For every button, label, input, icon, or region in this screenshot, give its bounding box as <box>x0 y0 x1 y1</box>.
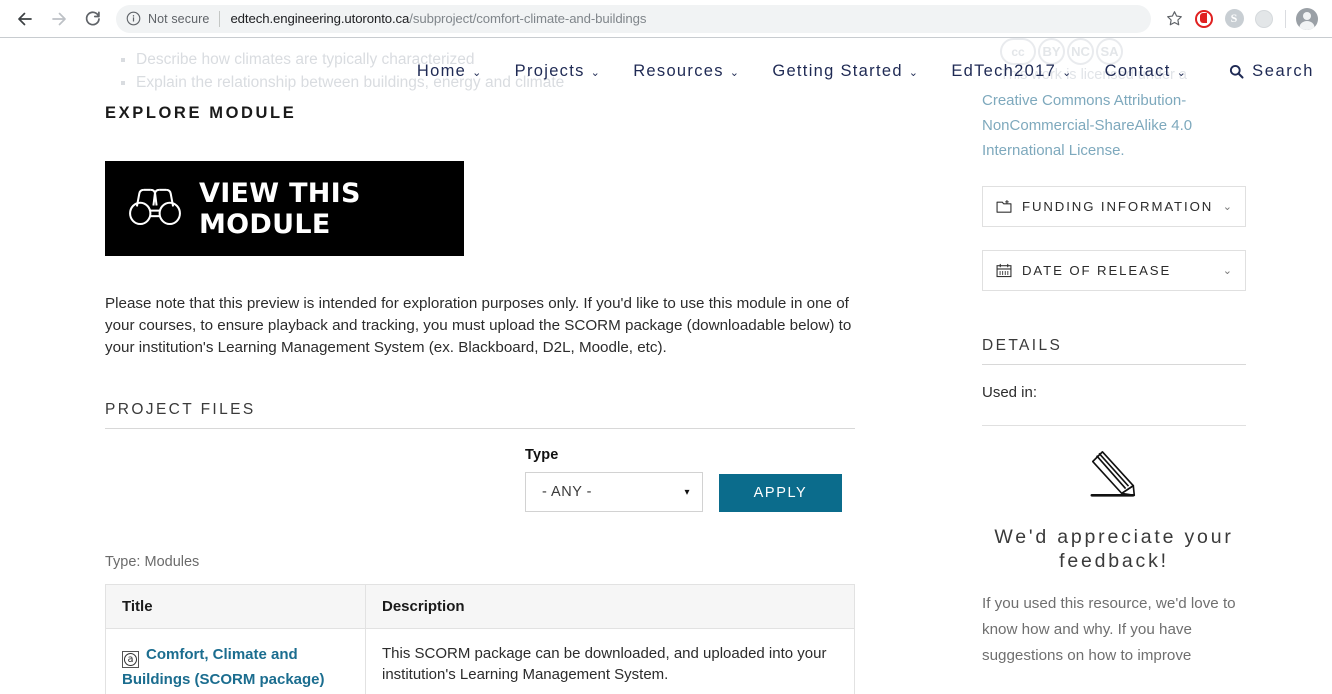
nav-item-label: Getting Started <box>772 61 903 80</box>
nav-item-contact[interactable]: Contact ⌄ <box>1105 62 1188 81</box>
skype-glyph: S <box>1224 9 1244 28</box>
archive-icon-glyph: a <box>124 653 137 666</box>
info-circle-icon[interactable] <box>126 11 141 26</box>
nav-item-label: EdTech2017 <box>951 61 1057 80</box>
page-viewport: Describe how climates are typically char… <box>0 38 1332 694</box>
nav-item-label: Home <box>416 61 467 80</box>
calendar-icon <box>996 263 1012 278</box>
banner-label: VIEW THIS MODULE <box>199 177 361 240</box>
explore-module-heading: EXPLORE MODULE <box>105 104 297 122</box>
accordion-funding-information[interactable]: FUNDING INFORMATION ⌄ <box>982 186 1246 227</box>
extension-icon[interactable] <box>1249 4 1279 34</box>
browser-actions: S <box>1159 4 1332 34</box>
type-summary-text: Type: Modules <box>105 554 200 570</box>
used-in-label: Used in: <box>982 384 1038 401</box>
nav-item-label: Contact <box>1104 61 1171 80</box>
chevron-down-icon: ⌄ <box>472 66 483 79</box>
type-filter-label: Type <box>525 447 559 463</box>
adblock-extension-icon[interactable] <box>1189 4 1219 34</box>
nav-item-resources[interactable]: Resources ⌄ <box>633 62 740 81</box>
search-icon <box>1229 64 1244 79</box>
nav-item-home[interactable]: Home ⌄ <box>417 62 483 81</box>
url-text: edtech.engineering.utoronto.ca/subprojec… <box>230 11 646 26</box>
project-files-table: Title Description a Comfort, Climate and… <box>105 584 855 694</box>
column-header-description: Description <box>365 584 855 629</box>
nav-item-label: Resources <box>633 61 724 80</box>
chevron-down-icon: ⌄ <box>1222 265 1232 277</box>
url-path: /subproject/comfort-climate-and-building… <box>409 11 647 26</box>
accordion-label: FUNDING INFORMATION <box>1022 199 1214 214</box>
apply-button[interactable]: APPLY <box>719 474 842 512</box>
column-header-title: Title <box>105 584 366 629</box>
browser-toolbar: Not secure edtech.engineering.utoronto.c… <box>0 0 1332 38</box>
forward-arrow-icon[interactable] <box>42 2 76 36</box>
chevron-down-icon: ⌄ <box>590 66 602 79</box>
nav-search-button[interactable]: Search <box>1229 62 1314 81</box>
pencil-icon <box>1083 448 1145 509</box>
profile-avatar-icon[interactable] <box>1292 4 1322 34</box>
type-filter-select[interactable]: - ANY - ▾ <box>525 472 703 512</box>
cell-title: a Comfort, Climate and Buildings (SCORM … <box>105 628 366 694</box>
address-bar[interactable]: Not secure edtech.engineering.utoronto.c… <box>116 4 1151 33</box>
chevron-down-icon: ⌄ <box>1222 201 1232 213</box>
license-link-text[interactable]: Creative Commons Attribution-NonCommerci… <box>982 88 1222 163</box>
site-navigation: Home ⌄ Projects ⌄ Resources ⌄ Getting St… <box>0 48 1332 94</box>
pencil-icon-wrapper <box>982 448 1246 509</box>
file-download-link[interactable]: Comfort, Climate and Buildings (SCORM pa… <box>122 646 325 688</box>
sidebar: Creative Commons Attribution-NonCommerci… <box>982 88 1246 669</box>
nav-item-projects[interactable]: Projects ⌄ <box>515 62 602 81</box>
chevron-down-icon: ⌄ <box>908 66 920 79</box>
feedback-body-text: If you used this resource, we'd love to … <box>982 595 1236 664</box>
chevron-down-icon: ▾ <box>684 486 690 498</box>
document-folder-icon <box>996 199 1012 214</box>
sidebar-divider <box>982 425 1246 426</box>
url-domain: edtech.engineering.utoronto.ca <box>230 11 410 26</box>
project-files-heading: PROJECT FILES <box>105 401 855 429</box>
binoculars-icon <box>127 182 183 235</box>
details-heading: DETAILS <box>982 337 1246 365</box>
star-icon[interactable] <box>1159 4 1189 34</box>
nav-search-label: Search <box>1252 61 1314 80</box>
file-filter-form: Type - ANY - ▾ APPLY <box>105 447 855 512</box>
table-row: a Comfort, Climate and Buildings (SCORM … <box>105 628 855 694</box>
accordion-date-of-release[interactable]: DATE OF RELEASE ⌄ <box>982 250 1246 291</box>
view-module-banner[interactable]: VIEW THIS MODULE <box>105 161 464 256</box>
chevron-down-icon: ⌄ <box>729 66 741 79</box>
nav-item-getting-started[interactable]: Getting Started ⌄ <box>772 62 919 81</box>
security-status-label: Not secure <box>148 11 210 26</box>
table-header-row: Title Description <box>105 584 855 629</box>
nav-item-label: Projects <box>514 61 585 80</box>
nav-item-edtech2017[interactable]: EdTech2017 ⌄ <box>951 62 1072 81</box>
omnibox-divider <box>219 10 221 27</box>
type-filter-group: Type - ANY - ▾ <box>525 447 703 512</box>
chevron-down-icon: ⌄ <box>1176 66 1188 79</box>
skype-extension-icon[interactable]: S <box>1219 4 1249 34</box>
reload-icon[interactable] <box>76 2 110 36</box>
toolbar-divider <box>1285 9 1286 28</box>
accordion-label: DATE OF RELEASE <box>1022 263 1172 278</box>
type-filter-value: - ANY - <box>542 484 592 500</box>
back-arrow-icon[interactable] <box>8 2 42 36</box>
feedback-title: We'd appreciate your feedback! <box>994 526 1234 572</box>
archive-file-icon: a <box>122 651 139 668</box>
cell-description: This SCORM package can be downloaded, an… <box>382 645 827 683</box>
preview-note-text: Please note that this preview is intende… <box>105 295 852 356</box>
main-column: EXPLORE MODULE VIEW THIS MODULE Please n… <box>105 94 855 694</box>
chevron-down-icon: ⌄ <box>1062 66 1073 79</box>
